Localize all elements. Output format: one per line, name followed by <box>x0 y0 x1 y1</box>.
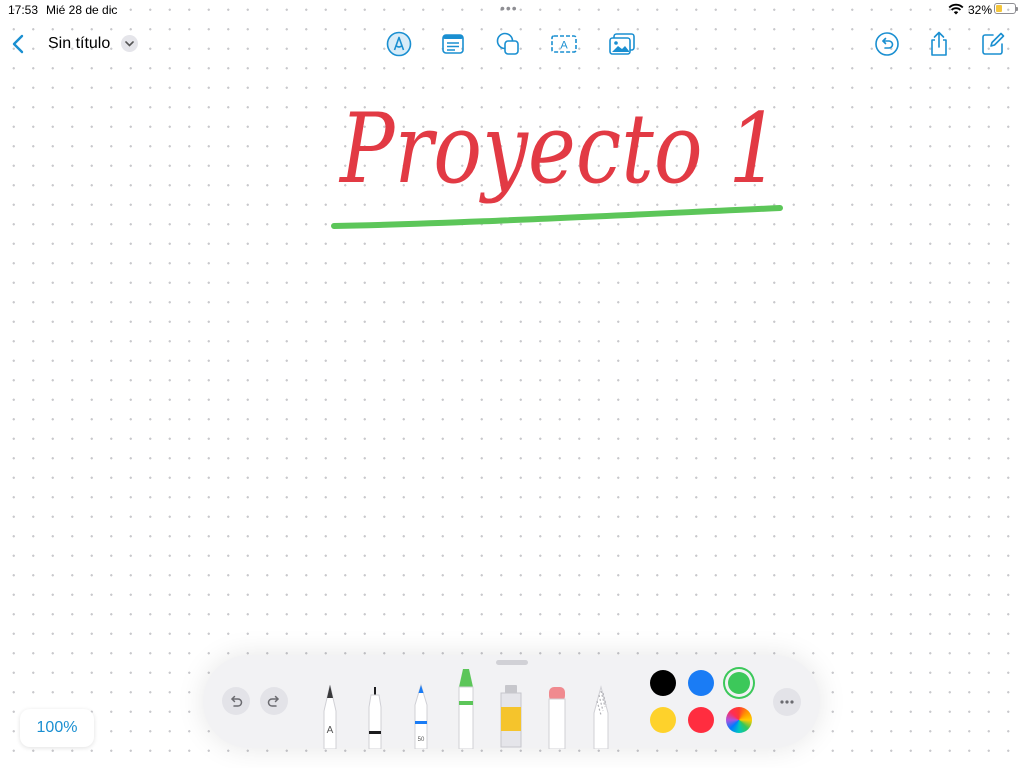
text-box-button[interactable]: A <box>550 30 578 58</box>
insert-media-button[interactable] <box>608 30 636 58</box>
pencil-tool[interactable]: 50 <box>411 683 431 754</box>
redo-icon <box>267 695 279 707</box>
pen-tip-icon <box>386 31 412 57</box>
text-box-icon: A <box>551 35 577 53</box>
battery-icon <box>994 3 1018 14</box>
photo-gallery-icon <box>609 33 635 55</box>
multitasking-dots-icon[interactable]: ••• <box>500 0 518 16</box>
chevron-left-icon <box>12 34 24 54</box>
status-bar: 17:53 Mié 28 de dic ••• 32% <box>0 0 1024 20</box>
compose-icon <box>982 32 1005 55</box>
svg-text:Proyecto 1: Proyecto 1 <box>338 93 780 205</box>
top-toolbar: Sin título A <box>0 28 1024 62</box>
handwritten-title: Proyecto 1 <box>338 93 780 205</box>
fineliner-tool[interactable] <box>365 685 385 754</box>
back-button[interactable] <box>8 30 30 58</box>
eraser-icon <box>548 687 566 750</box>
status-date: Mié 28 de dic <box>46 3 118 17</box>
page-title[interactable]: Sin título <box>48 35 110 53</box>
share-icon <box>931 31 947 56</box>
lasso-icon <box>593 685 609 750</box>
share-button[interactable] <box>925 30 953 58</box>
color-swatch-blue[interactable] <box>688 670 714 696</box>
color-swatch-red[interactable] <box>688 707 714 733</box>
color-swatch-black[interactable] <box>650 670 676 696</box>
crayon-tool[interactable] <box>455 667 477 754</box>
svg-text:50: 50 <box>418 737 425 743</box>
pen-icon: A <box>323 684 337 750</box>
crayon-icon <box>458 669 474 750</box>
sticky-note-button[interactable] <box>439 30 467 58</box>
battery-fill <box>996 5 1003 12</box>
ellipsis-icon <box>780 700 794 704</box>
svg-text:A: A <box>560 40 568 52</box>
note-icon <box>442 34 464 54</box>
new-board-button[interactable] <box>979 30 1007 58</box>
chevron-down-icon[interactable] <box>121 35 138 52</box>
redo-button[interactable] <box>260 687 288 715</box>
paint-tube-icon <box>500 685 522 748</box>
handwritten-underline <box>331 205 783 229</box>
palette-grabber[interactable] <box>496 660 528 665</box>
status-time: 17:53 <box>8 3 39 17</box>
undo-circle-icon <box>875 32 899 56</box>
wifi-icon <box>948 3 964 18</box>
color-swatch-green-selected[interactable] <box>725 669 753 697</box>
zoom-level-button[interactable]: 100% <box>20 709 94 747</box>
pen-tool[interactable]: A <box>320 683 340 754</box>
undo-history-button[interactable] <box>873 30 901 58</box>
pen-tool-button[interactable] <box>385 30 413 58</box>
tool-palette: A 50 <box>203 655 820 750</box>
battery-percent: 32% <box>968 3 993 17</box>
svg-text:A: A <box>327 725 334 736</box>
undo-icon <box>231 695 243 707</box>
lasso-tool[interactable] <box>591 685 611 754</box>
eraser-tool[interactable] <box>547 685 567 754</box>
color-wheel-icon[interactable] <box>726 707 752 733</box>
watercolor-tool[interactable] <box>497 683 525 754</box>
shapes-button[interactable] <box>494 30 522 58</box>
undo-button[interactable] <box>222 687 250 715</box>
shapes-icon <box>496 32 519 55</box>
fineliner-icon <box>368 687 382 750</box>
pencil-icon: 50 <box>414 683 428 750</box>
color-swatch-yellow[interactable] <box>650 707 676 733</box>
handwritten-drawing[interactable]: Proyecto 1 <box>320 90 800 240</box>
more-options-button[interactable] <box>773 688 801 716</box>
